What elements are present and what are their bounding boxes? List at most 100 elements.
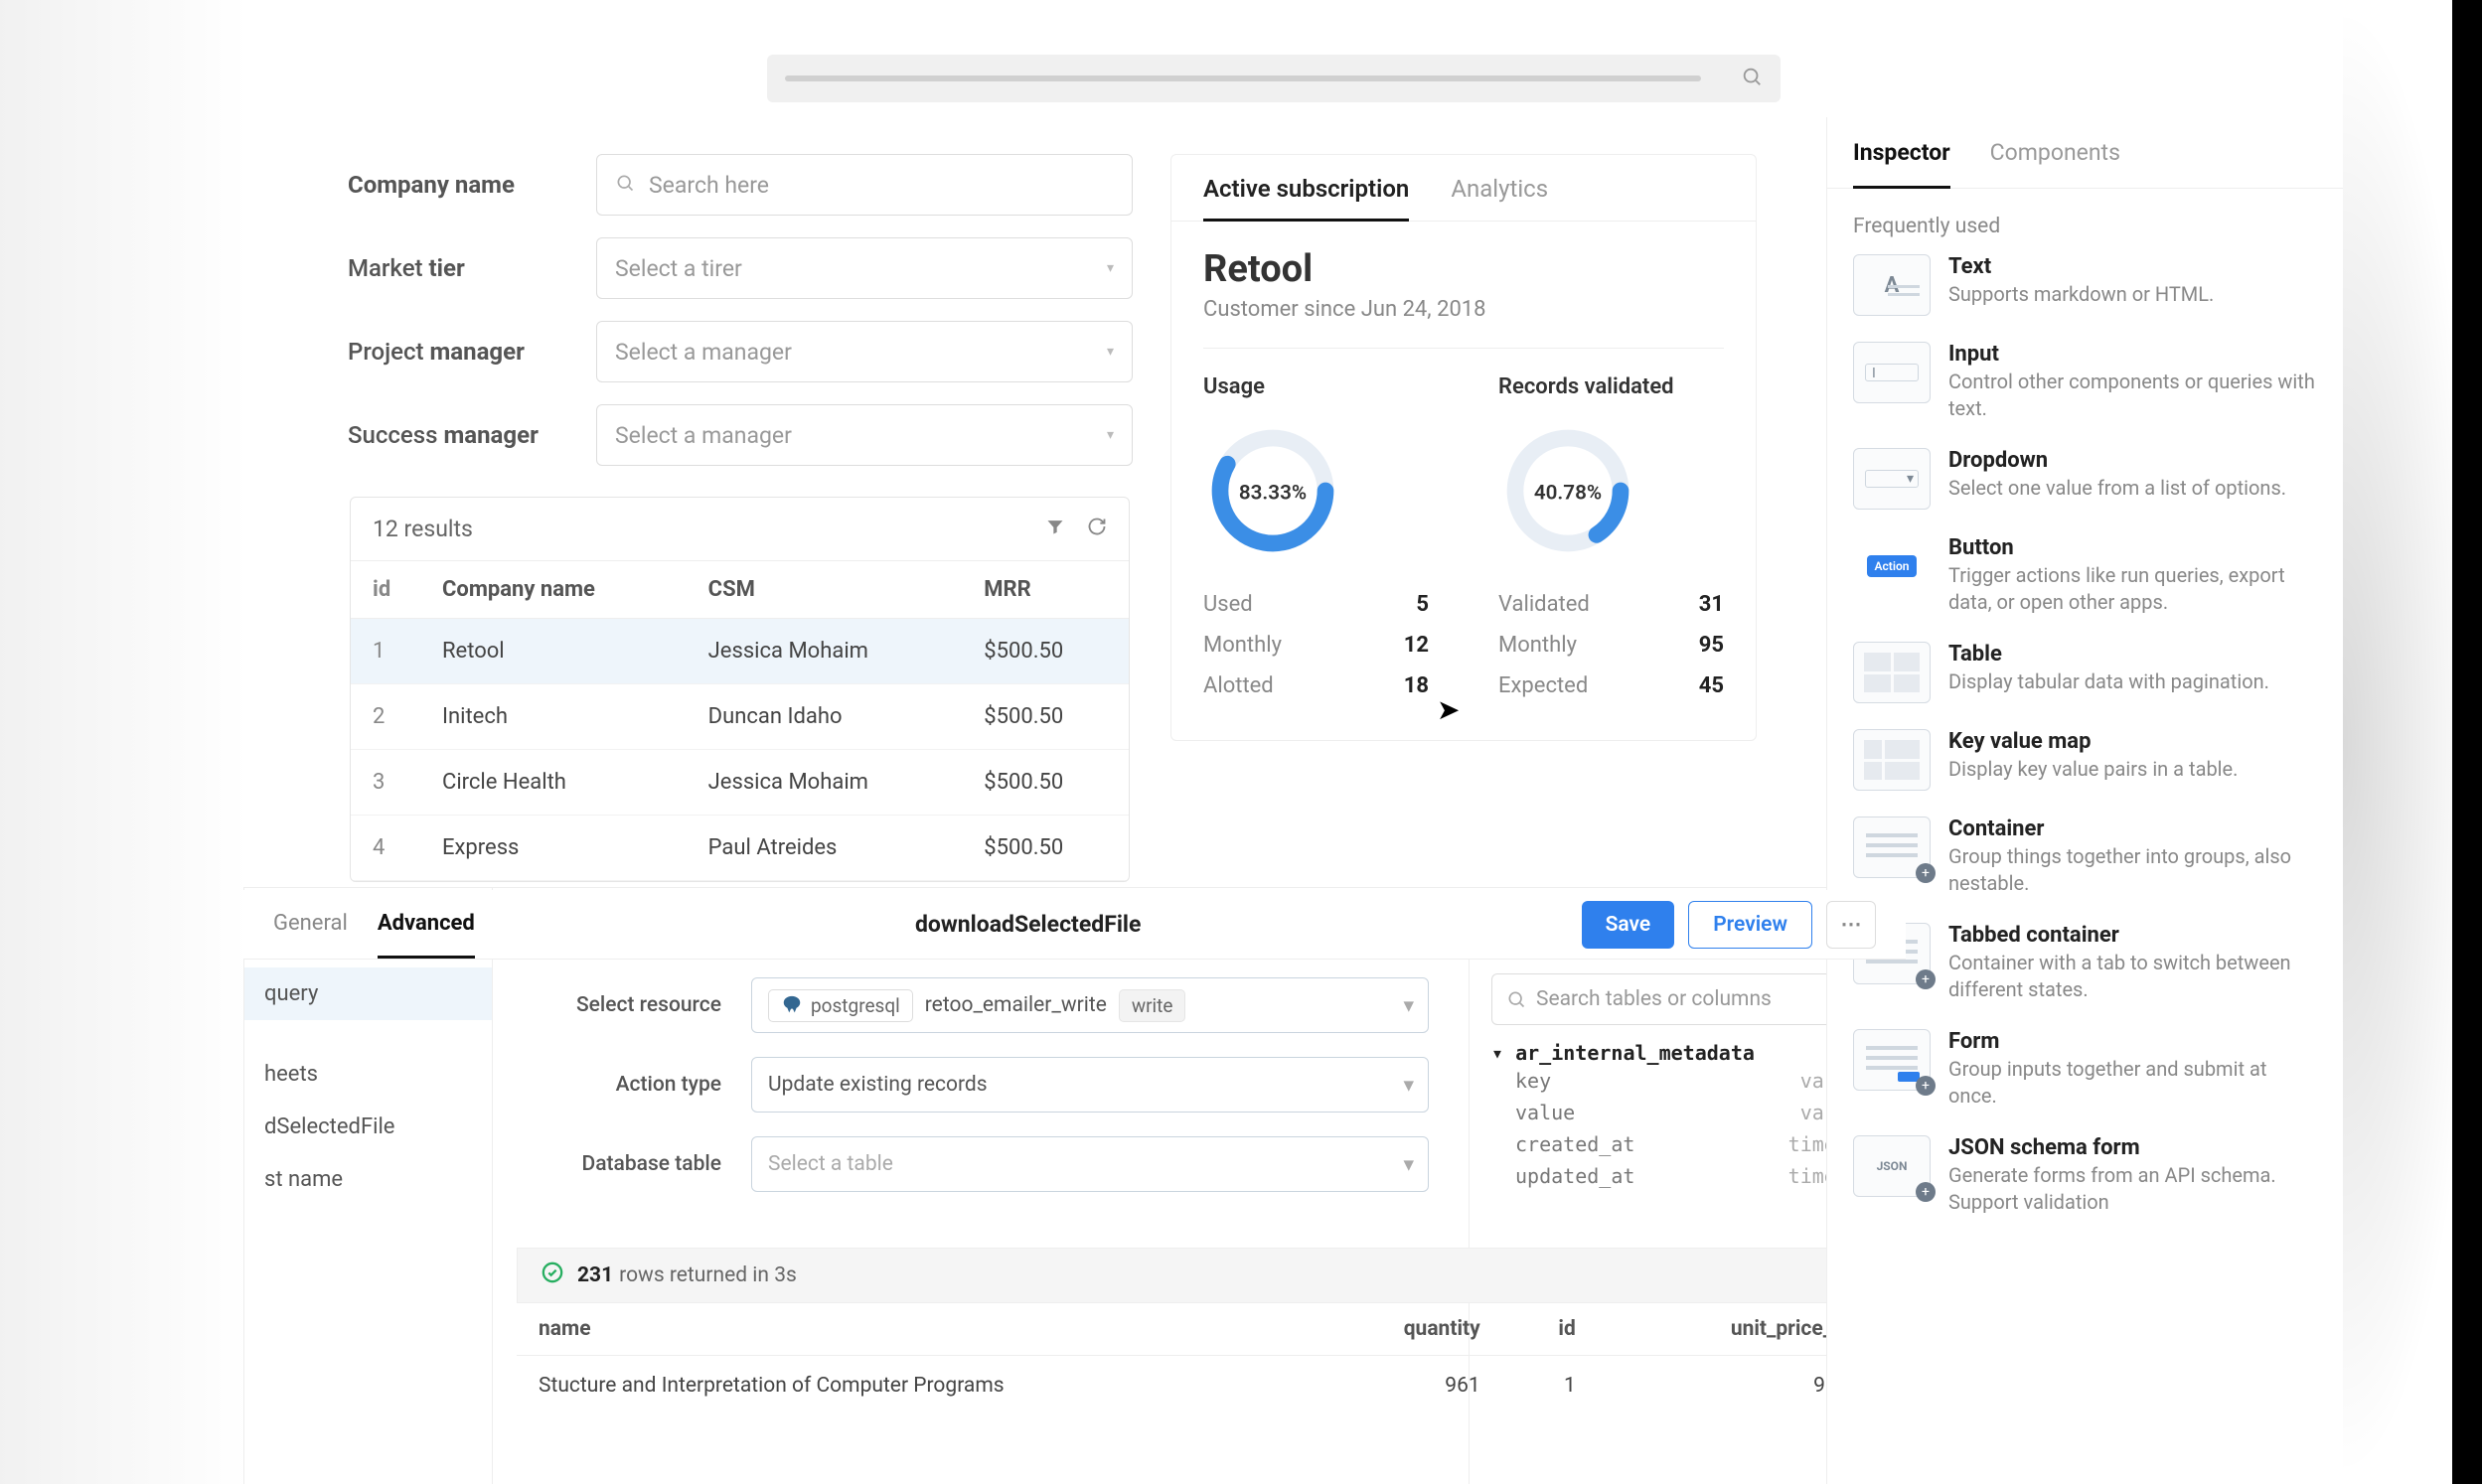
- success-manager-select[interactable]: Select a manager ▾: [596, 404, 1133, 466]
- query-result-status: 231 rows returned in 3s ✕: [517, 1248, 1906, 1303]
- schema-search-input[interactable]: Search tables or columns: [1491, 973, 1884, 1025]
- col-csm[interactable]: CSM: [687, 561, 963, 619]
- table-row[interactable]: 2 Initech Duncan Idaho $500.50: [351, 684, 1129, 750]
- schema-table-name[interactable]: ▾ ar_internal_metadata: [1491, 1041, 1884, 1065]
- divider: [1203, 348, 1724, 349]
- col-company[interactable]: Company name: [420, 561, 687, 619]
- tab-active-subscription[interactable]: Active subscription: [1203, 175, 1409, 221]
- company-name-label: Company name: [348, 171, 596, 199]
- section-frequently-used: Frequently used: [1853, 215, 2317, 238]
- container-thumb-icon: +: [1853, 816, 1931, 878]
- search-icon: [1741, 66, 1763, 91]
- component-text[interactable]: A TextSupports markdown or HTML.: [1853, 254, 2317, 316]
- market-tier-label: Market tier: [348, 254, 596, 282]
- database-table-select[interactable]: Select a table ▾: [751, 1136, 1429, 1192]
- col-mrr[interactable]: MRR: [962, 561, 1129, 619]
- more-button[interactable]: ⋯: [1826, 901, 1876, 949]
- table-row[interactable]: 1 Retool Jessica Mohaim $500.50: [351, 619, 1129, 684]
- form-thumb-icon: +: [1853, 1029, 1931, 1091]
- plus-icon: +: [1916, 1182, 1936, 1202]
- schema-column[interactable]: valuevarchar: [1491, 1097, 1884, 1128]
- sidebar-item-query[interactable]: query: [244, 967, 492, 1020]
- save-button[interactable]: Save: [1582, 901, 1675, 949]
- project-manager-select[interactable]: Select a manager ▾: [596, 321, 1133, 382]
- sidebar-item[interactable]: st name: [264, 1153, 472, 1206]
- project-manager-label: Project manager: [348, 338, 596, 366]
- schema-column[interactable]: created_attimezone: [1491, 1128, 1884, 1160]
- cursor-icon: ➤: [1437, 693, 1460, 726]
- component-input[interactable]: I InputControl other components or queri…: [1853, 342, 2317, 422]
- success-manager-label: Success manager: [348, 421, 596, 449]
- component-tabbed-container[interactable]: + Tabbed containerContainer with a tab t…: [1853, 923, 2317, 1003]
- global-search-bar[interactable]: [767, 55, 1781, 102]
- svg-text:83.33%: 83.33%: [1239, 481, 1307, 505]
- records-donut: 40.78%: [1498, 421, 1637, 560]
- preview-button[interactable]: Preview: [1688, 901, 1812, 949]
- action-label: Action type: [533, 1073, 751, 1097]
- result-row[interactable]: Stucture and Interpretation of Computer …: [517, 1356, 1906, 1416]
- frame-right-shadow: [2343, 0, 2482, 1484]
- search-icon: [1506, 989, 1526, 1009]
- rows-returned-suffix: rows returned in 3s: [619, 1263, 797, 1287]
- records-heading: Records validated: [1498, 374, 1724, 399]
- table-thumb-icon: [1853, 642, 1931, 703]
- results-table-card: 12 results id Company name CSM MRR 1 Ret…: [350, 497, 1130, 882]
- usage-metric: Usage 83.33% Used5 Monthly12 Alotted18: [1203, 374, 1429, 714]
- chevron-down-icon: ▾: [1107, 260, 1114, 276]
- filter-icon[interactable]: [1045, 517, 1065, 541]
- subscription-panel: Active subscription Analytics Retool Cus…: [1170, 154, 1757, 741]
- input-thumb-icon: I: [1853, 342, 1931, 403]
- component-button[interactable]: Action ButtonTrigger actions like run qu…: [1853, 535, 2317, 616]
- resource-label: Select resource: [533, 993, 751, 1017]
- resource-mode-badge: write: [1119, 989, 1186, 1022]
- customer-since: Customer since Jun 24, 2018: [1203, 297, 1724, 322]
- company-search-input[interactable]: Search here: [596, 154, 1133, 216]
- rows-returned-count: 231: [577, 1263, 613, 1287]
- svg-text:40.78%: 40.78%: [1534, 481, 1602, 505]
- success-check-icon: [542, 1261, 563, 1289]
- table-row[interactable]: 4 Express Paul Atreides $500.50: [351, 816, 1129, 881]
- tab-inspector[interactable]: Inspector: [1853, 117, 1950, 188]
- results-count: 12 results: [373, 516, 473, 542]
- component-json-schema-form[interactable]: JSON+ JSON schema formGenerate forms fro…: [1853, 1135, 2317, 1216]
- customer-title: Retool: [1203, 247, 1724, 291]
- rcol-name[interactable]: name: [517, 1303, 1314, 1356]
- search-icon: [615, 172, 635, 199]
- schema-column[interactable]: keyvarchar: [1491, 1065, 1884, 1097]
- chevron-down-icon: ▾: [1403, 1073, 1414, 1098]
- sidebar-item[interactable]: dSelectedFile: [264, 1101, 472, 1153]
- component-container[interactable]: + ContainerGroup things together into gr…: [1853, 816, 2317, 897]
- component-dropdown[interactable]: ▾ DropdownSelect one value from a list o…: [1853, 448, 2317, 510]
- tab-analytics[interactable]: Analytics: [1451, 175, 1548, 221]
- records-metric: Records validated 40.78% Validated31 Mon…: [1498, 374, 1724, 714]
- market-tier-select[interactable]: Select a tirer ▾: [596, 237, 1133, 299]
- plus-icon: +: [1916, 969, 1936, 989]
- tab-components[interactable]: Components: [1990, 117, 2120, 188]
- rcol-quantity[interactable]: quantity: [1314, 1303, 1501, 1356]
- dropdown-thumb-icon: ▾: [1853, 448, 1931, 510]
- kvmap-thumb-icon: [1853, 729, 1931, 791]
- chevron-down-icon: ▾: [1403, 993, 1414, 1018]
- tab-advanced[interactable]: Advanced: [378, 891, 475, 959]
- postgres-icon: [781, 994, 803, 1016]
- action-type-select[interactable]: Update existing records ▾: [751, 1057, 1429, 1113]
- filter-form: Company name Search here Market tier Sel…: [348, 154, 1133, 488]
- sidebar-item[interactable]: heets: [264, 1048, 472, 1101]
- editor-header: General Advanced downloadSelectedFile Sa…: [243, 890, 1906, 960]
- left-vignette: [0, 0, 248, 1484]
- component-form[interactable]: + FormGroup inputs together and submit a…: [1853, 1029, 2317, 1110]
- component-table[interactable]: TableDisplay tabular data with paginatio…: [1853, 642, 2317, 703]
- db-type-chip: postgresql: [768, 989, 913, 1022]
- col-id[interactable]: id: [351, 561, 420, 619]
- schema-column[interactable]: updated_attimezone: [1491, 1160, 1884, 1192]
- component-key-value-map[interactable]: Key value mapDisplay key value pairs in …: [1853, 729, 2317, 791]
- database-table-label: Database table: [533, 1152, 751, 1176]
- table-row[interactable]: 3 Circle Health Jessica Mohaim $500.50: [351, 750, 1129, 816]
- query-result-table: name quantity id unit_price_cents Stuctu…: [517, 1303, 1906, 1415]
- refresh-icon[interactable]: [1087, 517, 1107, 541]
- resource-select[interactable]: postgresql retoo_emailer_write write ▾: [751, 977, 1429, 1033]
- tab-general[interactable]: General: [273, 891, 348, 959]
- json-form-thumb-icon: JSON+: [1853, 1135, 1931, 1197]
- usage-donut: 83.33%: [1203, 421, 1342, 560]
- rcol-id[interactable]: id: [1502, 1303, 1598, 1356]
